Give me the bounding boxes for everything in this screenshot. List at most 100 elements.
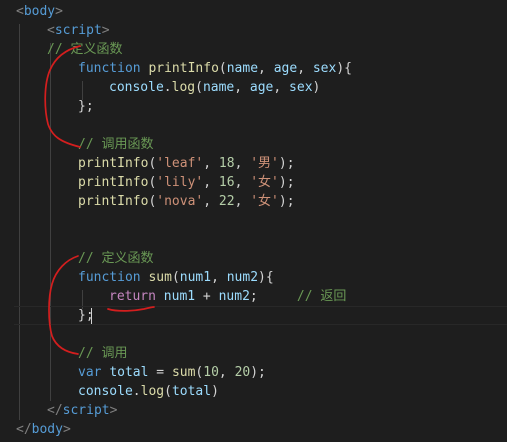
function-name: sum (171, 365, 196, 380)
identifier: name (226, 61, 259, 76)
code-line[interactable]: // 调用 (78, 344, 127, 363)
tag-name: body (23, 4, 56, 19)
code-comment: // 定义函数 (47, 42, 123, 57)
function-name: printInfo (148, 61, 219, 76)
code-text: , (234, 156, 251, 171)
code-line[interactable]: </script> (47, 401, 117, 420)
keyword: function (78, 270, 141, 285)
code-text: ( (171, 270, 180, 285)
hand-drawn-bracket-mark (48, 255, 79, 355)
number-literal: 10 (203, 365, 219, 380)
indent-guide (19, 24, 20, 420)
identifier: num1 (163, 289, 196, 304)
code-line[interactable]: function sum(num1, num2){ (78, 268, 274, 287)
code-text: ( (195, 80, 203, 95)
code-line[interactable]: // 定义函数 (47, 40, 122, 59)
keyword: function (78, 61, 141, 76)
code-editor[interactable]: <body> <script>// 定义函数 function printInfo(… (0, 0, 507, 442)
code-line[interactable]: var total = sum(10, 20); (78, 363, 266, 382)
tag-bracket: </ (47, 403, 63, 418)
tag-name: script (62, 403, 110, 418)
code-text: , (218, 365, 235, 380)
identifier: num2 (218, 289, 250, 304)
string-literal: '女' (250, 175, 279, 190)
function-name: log (140, 384, 165, 399)
code-text: , (297, 61, 313, 76)
identifier: sex (312, 61, 337, 76)
code-line[interactable]: printInfo('nova', 22, '女'); (78, 192, 295, 211)
identifier: age (249, 80, 274, 95)
code-text: }; (78, 99, 94, 114)
code-text: = (148, 365, 172, 380)
string-literal: '女' (250, 194, 279, 209)
tag-bracket: </ (16, 422, 32, 437)
code-line[interactable]: printInfo('leaf', 18, '男'); (78, 154, 295, 173)
number-literal: 20 (234, 365, 251, 380)
code-text: + (195, 289, 219, 304)
number-literal: 16 (218, 175, 235, 190)
code-comment: // 返回 (296, 289, 347, 304)
code-comment: // 调用 (78, 346, 128, 361)
tag-name: body (31, 422, 63, 437)
code-text: , (203, 194, 219, 209)
code-line[interactable]: </body> (16, 420, 71, 439)
number-literal: 18 (218, 156, 235, 171)
code-line[interactable]: return num1 + num2; // 返回 (109, 287, 346, 306)
code-line[interactable]: <script> (47, 21, 110, 40)
keyword: var (78, 365, 102, 380)
identifier: num1 (179, 270, 212, 285)
code-text: , (211, 270, 227, 285)
code-line[interactable]: function printInfo(name, age, sex){ (78, 59, 352, 78)
tag-bracket: < (16, 4, 24, 19)
identifier: num2 (226, 270, 259, 285)
code-line[interactable]: console.log(name, age, sex) (109, 78, 320, 97)
code-text: , (203, 156, 219, 171)
code-line[interactable]: console.log(total) (78, 382, 219, 401)
code-text: ); (278, 175, 295, 190)
code-text: ) (312, 80, 321, 95)
code-text: ; (249, 289, 258, 304)
code-line[interactable]: // 定义函数 (78, 249, 153, 268)
string-literal: 'nova' (156, 194, 204, 209)
identifier: console (78, 384, 133, 399)
code-text: ); (278, 194, 295, 209)
identifier: total (109, 365, 149, 380)
return-keyword: return (109, 289, 156, 304)
code-line[interactable]: <body> (16, 2, 63, 21)
code-comment: // 定义函数 (78, 251, 154, 266)
identifier: console (109, 80, 164, 95)
code-text: ( (218, 61, 227, 76)
string-literal: '男' (250, 156, 279, 171)
text-cursor (91, 308, 92, 324)
code-text: , (234, 175, 251, 190)
string-literal: 'lily' (156, 175, 204, 190)
function-name: printInfo (78, 194, 149, 209)
identifier: sex (289, 80, 313, 95)
code-line[interactable]: }; (78, 97, 94, 116)
code-text: ){ (336, 61, 352, 76)
code-line[interactable]: printInfo('lily', 16, '女'); (78, 173, 295, 192)
code-text: . (132, 384, 141, 399)
code-text: , (234, 80, 250, 95)
code-comment: // 调用函数 (78, 137, 154, 152)
tag-bracket: > (101, 23, 110, 38)
identifier: name (202, 80, 235, 95)
tag-bracket: > (55, 4, 63, 19)
number-literal: 22 (218, 194, 235, 209)
tag-bracket: < (47, 23, 55, 38)
code-text: ); (250, 365, 266, 380)
string-literal: 'leaf' (156, 156, 204, 171)
tag-name: script (54, 23, 102, 38)
function-name: printInfo (78, 156, 149, 171)
code-text: . (163, 80, 172, 95)
identifier: age (273, 61, 298, 76)
code-line[interactable]: // 调用函数 (78, 135, 153, 154)
code-text: , (258, 61, 274, 76)
code-text: , (203, 175, 219, 190)
function-name: sum (148, 270, 172, 285)
function-name: log (171, 80, 196, 95)
tag-bracket: > (109, 403, 118, 418)
tag-bracket: > (62, 422, 71, 437)
